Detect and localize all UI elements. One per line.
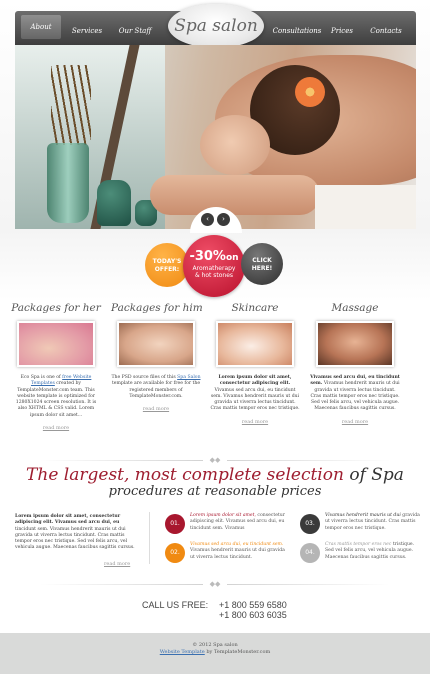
discount-line1: Aromatherapy — [192, 265, 236, 272]
feature-text-3: Vivamus hendrerit mauris ut dui gravida … — [325, 513, 420, 532]
click-here-line1: CLICK — [252, 257, 272, 264]
hero-bamboo-stems — [51, 65, 91, 145]
package-card-him: Packages for him The PSD source files of… — [111, 302, 203, 412]
package-description: The PSD source files of this Spa Salon t… — [111, 375, 201, 400]
divider-ornament: ◆◆ — [203, 580, 227, 588]
nav-contacts[interactable]: Contacts — [365, 11, 407, 45]
call-us-label: CALL US FREE: — [142, 600, 209, 610]
phone-number-2[interactable]: +1 800 603 6035 — [219, 610, 287, 620]
headline-subtitle: procedures at reasonable prices — [108, 484, 322, 499]
phone-number-1[interactable]: +1 800 559 6580 — [219, 600, 287, 610]
divider-ornament: ◆◆ — [203, 456, 227, 464]
hero-image — [15, 45, 416, 229]
package-text-rest: template are available for free for the … — [111, 381, 201, 399]
package-image-facial[interactable] — [117, 321, 195, 367]
discount-on: on — [225, 253, 239, 263]
read-more-link[interactable]: read more — [111, 406, 201, 412]
package-text: Vivamus hendrerit mauris ut dui gravida … — [310, 381, 400, 412]
read-more-link[interactable]: read more — [210, 419, 300, 425]
footer: © 2012 Spa salon Website Template by Tem… — [0, 633, 430, 674]
package-text: Vivamus sed arcu dui, eu tincidunt sem. … — [210, 387, 300, 412]
feature-lead: Cras mattis tempor eros nec — [325, 542, 392, 547]
feature-text-1: Lorem ipsum dolor sit amet, consectetur … — [190, 513, 285, 532]
package-title: Packages for her — [11, 302, 101, 314]
feature-number-3: 03. — [300, 514, 320, 534]
nav-our-staff[interactable]: Our Staff — [113, 11, 157, 45]
nav-services[interactable]: Services — [67, 11, 107, 45]
headline: The largest, most complete selection of … — [0, 465, 430, 499]
intro-lead: Lorem ipsum dolor sit amet, consectetur … — [15, 514, 121, 526]
hero-woman-arms — [150, 175, 320, 215]
website-template-link[interactable]: Website Template — [160, 649, 205, 655]
package-description: Eco Spa is one of free Website Templates… — [11, 375, 101, 419]
hero-vase — [47, 143, 89, 223]
nav-about[interactable]: About — [21, 15, 61, 39]
package-title: Packages for him — [111, 302, 203, 314]
package-description: Lorem ipsum dolor sit amet, consectetur … — [210, 375, 300, 413]
slider-prev-button[interactable]: ‹ — [201, 213, 214, 226]
intro-text: Lorem ipsum dolor sit amet, consectetur … — [15, 514, 135, 552]
package-lead: Lorem ipsum dolor sit amet, consectetur … — [218, 375, 292, 387]
package-image-manicure[interactable] — [17, 321, 95, 367]
package-description: Vivamus sed arcu dui, eu tincidunt sem. … — [310, 375, 400, 413]
read-more-link[interactable]: read more — [11, 425, 101, 431]
hero-flower — [295, 77, 325, 107]
feature-lead: Vivamus sed arcu dui, eu tincidunt sem. — [190, 542, 284, 547]
read-more-link[interactable]: read more — [310, 419, 400, 425]
slider-next-button[interactable]: › — [217, 213, 230, 226]
package-text: Eco Spa is one of — [20, 375, 63, 380]
nav-prices[interactable]: Prices — [323, 11, 361, 45]
package-text-rest: created by TemplateMonster.com team. Thi… — [15, 381, 97, 418]
package-image-massage[interactable] — [316, 321, 394, 367]
hero-towel — [315, 185, 416, 229]
click-here-line2: HERE! — [251, 265, 273, 272]
feature-number-4: 04. — [300, 543, 320, 563]
feature-number-2: 02. — [165, 543, 185, 563]
headline-spa: of Spa — [343, 465, 404, 485]
copyright: © 2012 Spa salon — [192, 642, 238, 648]
feature-lead: Vivamus hendrerit mauris ut dui — [325, 513, 401, 518]
phone-numbers: +1 800 559 6580 +1 800 603 6035 — [219, 600, 287, 620]
spa-salon-link[interactable]: Spa Salon — [177, 375, 200, 380]
feature-number-1: 01. — [165, 514, 185, 534]
feature-text-2: Vivamus sed arcu dui, eu tincidunt sem. … — [190, 542, 285, 561]
feature-text-4: Cras mattis tempor eros nec tristique. S… — [325, 542, 420, 561]
discount-badge[interactable]: -30%on Aromatherapy & hot stones — [183, 235, 245, 297]
package-card-her: Packages for her Eco Spa is one of free … — [11, 302, 101, 431]
read-more-link[interactable]: read more — [104, 561, 130, 567]
headline-main: The largest, most complete selection — [26, 465, 344, 485]
click-here-button[interactable]: CLICK HERE! — [241, 243, 283, 285]
intro-body: tincidunt sem. Vivamus hendrerit mauris … — [15, 526, 135, 551]
package-card-massage: Massage Vivamus sed arcu dui, eu tincidu… — [310, 302, 400, 425]
package-text: The PSD source files of this — [111, 375, 178, 380]
nav-consultations[interactable]: Consultations — [269, 11, 325, 45]
package-card-skincare: Skincare Lorem ipsum dolor sit amet, con… — [210, 302, 300, 425]
hero-woman-face — [200, 115, 270, 175]
package-title: Skincare — [231, 302, 279, 314]
package-image-skincare[interactable] — [216, 321, 294, 367]
site-logo[interactable]: Spa salon — [168, 4, 264, 48]
footer-credit: by TemplateMonster.com — [204, 649, 271, 655]
feature-lead: Lorem ipsum dolor sit amet, — [190, 513, 256, 518]
hero-bottle — [97, 180, 131, 226]
feature-body: Vivamus hendrerit mauris ut dui gravida … — [190, 548, 285, 560]
discount-percent: -30% — [189, 249, 226, 264]
package-title: Massage — [331, 302, 379, 314]
discount-line2: & hot stones — [194, 272, 234, 279]
page: About Services Our Staff Consultations P… — [0, 0, 430, 674]
column-divider — [149, 512, 150, 564]
